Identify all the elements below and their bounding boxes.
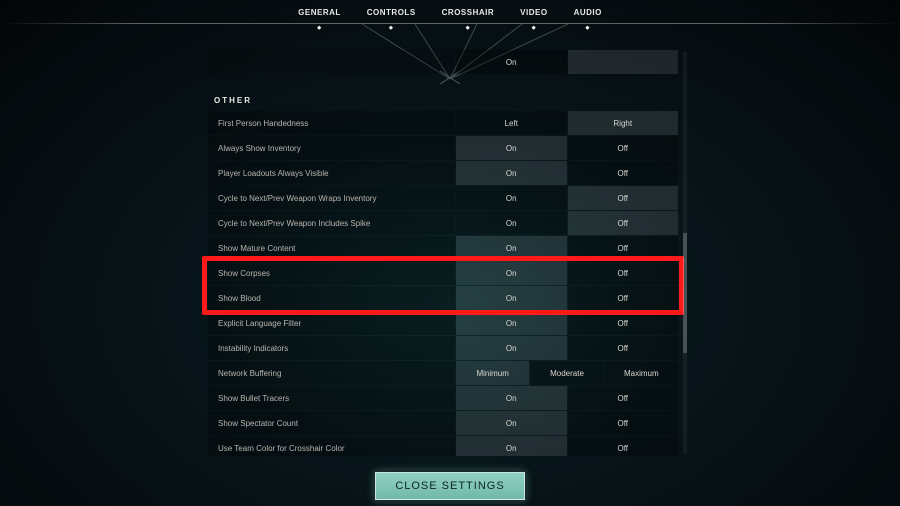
option-button[interactable]: Moderate <box>530 361 603 385</box>
setting-label: Cycle to Next/Prev Weapon Wraps Inventor… <box>208 186 456 210</box>
table-row: Always Show InventoryOnOff <box>208 136 678 160</box>
tab-video[interactable]: VIDEO <box>520 8 547 17</box>
option-button[interactable]: On <box>456 336 567 360</box>
setting-label: Cycle to Next/Prev Weapon Includes Spike <box>208 211 456 235</box>
tab-crosshair[interactable]: CROSSHAIR <box>442 8 495 17</box>
setting-label: Player Loadouts Always Visible <box>208 161 456 185</box>
setting-label: Show Spectator Count <box>208 411 456 435</box>
table-row: Show BloodOnOff <box>208 286 678 310</box>
table-row: Show Bullet TracersOnOff <box>208 386 678 410</box>
tab-controls[interactable]: CONTROLS <box>367 8 416 17</box>
scrollbar-track[interactable] <box>683 52 687 454</box>
option-button[interactable]: Off <box>568 136 679 160</box>
option-button[interactable]: On <box>456 136 567 160</box>
setting-label: Network Buffering <box>208 361 456 385</box>
table-row: Network BufferingMinimumModerateMaximum <box>208 361 678 385</box>
option-button[interactable]: Right <box>568 111 679 135</box>
setting-label: First Person Handedness <box>208 111 456 135</box>
option-button[interactable]: Off <box>568 411 679 435</box>
option-button[interactable] <box>568 50 679 74</box>
option-button[interactable]: Off <box>568 311 679 335</box>
option-button[interactable]: Off <box>568 386 679 410</box>
settings-panel: On OTHER First Person HandednessLeftRigh… <box>208 50 678 456</box>
option-button[interactable]: Off <box>568 186 679 210</box>
table-row: Cycle to Next/Prev Weapon Includes Spike… <box>208 211 678 235</box>
option-button[interactable]: On <box>456 436 567 456</box>
table-row: Show CorpsesOnOff <box>208 261 678 285</box>
table-row: Player Loadouts Always VisibleOnOff <box>208 161 678 185</box>
table-row: First Person HandednessLeftRight <box>208 111 678 135</box>
option-button[interactable]: Minimum <box>456 361 529 385</box>
option-button[interactable]: On <box>456 261 567 285</box>
table-row: Use Team Color for Crosshair ColorOnOff <box>208 436 678 456</box>
option-button[interactable]: Off <box>568 336 679 360</box>
setting-label: Show Blood <box>208 286 456 310</box>
table-row: Instability IndicatorsOnOff <box>208 336 678 360</box>
option-button[interactable]: Off <box>568 286 679 310</box>
setting-label <box>208 50 456 74</box>
option-button[interactable]: On <box>456 411 567 435</box>
tab-audio[interactable]: AUDIO <box>574 8 602 17</box>
setting-label: Instability Indicators <box>208 336 456 360</box>
option-button[interactable]: Maximum <box>605 361 678 385</box>
table-row: Cycle to Next/Prev Weapon Wraps Inventor… <box>208 186 678 210</box>
setting-label: Use Team Color for Crosshair Color <box>208 436 456 456</box>
table-row: On <box>208 50 678 74</box>
option-button[interactable]: On <box>456 236 567 260</box>
table-row: Show Mature ContentOnOff <box>208 236 678 260</box>
option-button[interactable]: On <box>456 50 567 74</box>
tab-general[interactable]: GENERAL <box>298 8 341 17</box>
setting-label: Explicit Language Filter <box>208 311 456 335</box>
settings-top-nav: GENERAL CONTROLS CROSSHAIR VIDEO AUDIO <box>0 0 900 24</box>
setting-label: Show Corpses <box>208 261 456 285</box>
option-button[interactable]: On <box>456 211 567 235</box>
scrollbar-thumb[interactable] <box>683 233 687 354</box>
option-button[interactable]: On <box>456 386 567 410</box>
option-button[interactable]: Left <box>456 111 567 135</box>
setting-label: Always Show Inventory <box>208 136 456 160</box>
section-header-other: OTHER <box>208 96 678 105</box>
option-button[interactable]: Off <box>568 211 679 235</box>
option-button[interactable]: Off <box>568 436 679 456</box>
option-button[interactable]: Off <box>568 261 679 285</box>
table-row: Show Spectator CountOnOff <box>208 411 678 435</box>
option-button[interactable]: On <box>456 286 567 310</box>
option-button[interactable]: On <box>456 186 567 210</box>
option-button[interactable]: Off <box>568 161 679 185</box>
close-settings-button[interactable]: CLOSE SETTINGS <box>375 472 525 500</box>
option-button[interactable]: On <box>456 311 567 335</box>
setting-label: Show Bullet Tracers <box>208 386 456 410</box>
setting-label: Show Mature Content <box>208 236 456 260</box>
table-row: Explicit Language FilterOnOff <box>208 311 678 335</box>
option-button[interactable]: Off <box>568 236 679 260</box>
option-button[interactable]: On <box>456 161 567 185</box>
